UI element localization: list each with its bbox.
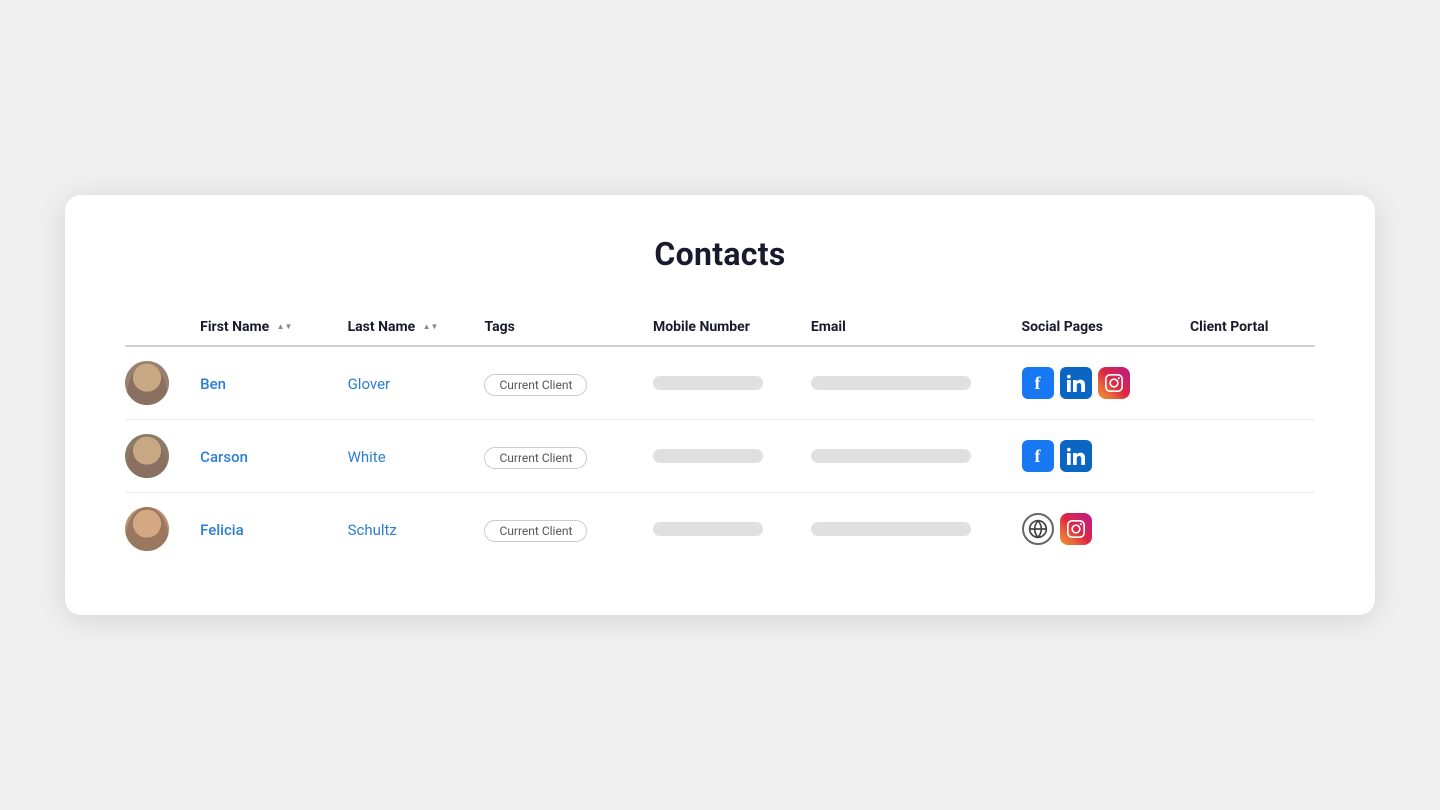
first-name-cell: Carson xyxy=(188,420,335,493)
col-email: Email xyxy=(799,309,1010,346)
last-name-cell: Glover xyxy=(336,346,473,420)
mobile-cell xyxy=(641,346,799,420)
sort-lastname-icon[interactable]: ▲▼ xyxy=(423,323,439,331)
avatar-cell xyxy=(125,493,188,566)
mobile-placeholder xyxy=(653,376,763,390)
mobile-placeholder xyxy=(653,449,763,463)
email-placeholder xyxy=(811,449,971,463)
mobile-cell xyxy=(641,420,799,493)
linkedin-icon[interactable] xyxy=(1060,367,1092,399)
avatar xyxy=(125,434,169,478)
table-row: Carson White Current Client f xyxy=(125,420,1315,493)
first-name-cell: Ben xyxy=(188,346,335,420)
social-icons xyxy=(1022,513,1166,545)
tag-badge: Current Client xyxy=(484,520,587,542)
portal-cell xyxy=(1178,420,1315,493)
social-icons: f xyxy=(1022,367,1166,399)
last-name-link[interactable]: Schultz xyxy=(348,521,397,539)
col-last-name: Last Name ▲▼ xyxy=(336,309,473,346)
social-icons: f xyxy=(1022,440,1166,472)
portal-cell xyxy=(1178,493,1315,566)
instagram-icon[interactable] xyxy=(1060,513,1092,545)
email-placeholder xyxy=(811,376,971,390)
email-placeholder xyxy=(811,522,971,536)
social-cell xyxy=(1010,493,1178,566)
instagram-icon[interactable] xyxy=(1098,367,1130,399)
tags-cell: Current Client xyxy=(472,420,640,493)
col-first-name: First Name ▲▼ xyxy=(188,309,335,346)
avatar-image xyxy=(125,361,169,405)
col-avatar xyxy=(125,309,188,346)
contacts-table: First Name ▲▼ Last Name ▲▼ Tags Mobile N… xyxy=(125,309,1315,565)
tags-cell: Current Client xyxy=(472,493,640,566)
facebook-icon[interactable]: f xyxy=(1022,367,1054,399)
social-cell: f xyxy=(1010,420,1178,493)
table-header-row: First Name ▲▼ Last Name ▲▼ Tags Mobile N… xyxy=(125,309,1315,346)
tag-badge: Current Client xyxy=(484,447,587,469)
tag-badge: Current Client xyxy=(484,374,587,396)
col-social: Social Pages xyxy=(1010,309,1178,346)
avatar xyxy=(125,507,169,551)
facebook-icon[interactable]: f xyxy=(1022,440,1054,472)
last-name-cell: White xyxy=(336,420,473,493)
col-mobile: Mobile Number xyxy=(641,309,799,346)
last-name-link[interactable]: Glover xyxy=(348,375,391,393)
last-name-cell: Schultz xyxy=(336,493,473,566)
web-icon[interactable] xyxy=(1022,513,1054,545)
col-tags: Tags xyxy=(472,309,640,346)
email-cell xyxy=(799,420,1010,493)
email-cell xyxy=(799,493,1010,566)
last-name-link[interactable]: White xyxy=(348,448,386,466)
email-cell xyxy=(799,346,1010,420)
social-cell: f xyxy=(1010,346,1178,420)
mobile-placeholder xyxy=(653,522,763,536)
first-name-link[interactable]: Carson xyxy=(200,448,248,466)
page-title: Contacts xyxy=(125,235,1315,273)
table-row: Felicia Schultz Current Client xyxy=(125,493,1315,566)
table-row: Ben Glover Current Client f xyxy=(125,346,1315,420)
tags-cell: Current Client xyxy=(472,346,640,420)
avatar-image xyxy=(125,434,169,478)
avatar-image xyxy=(125,507,169,551)
mobile-cell xyxy=(641,493,799,566)
linkedin-icon[interactable] xyxy=(1060,440,1092,472)
avatar-cell xyxy=(125,346,188,420)
first-name-link[interactable]: Felicia xyxy=(200,521,244,539)
col-portal: Client Portal xyxy=(1178,309,1315,346)
first-name-link[interactable]: Ben xyxy=(200,375,226,393)
avatar-cell xyxy=(125,420,188,493)
avatar xyxy=(125,361,169,405)
sort-firstname-icon[interactable]: ▲▼ xyxy=(277,323,293,331)
portal-cell xyxy=(1178,346,1315,420)
first-name-cell: Felicia xyxy=(188,493,335,566)
contacts-card: Contacts First Name ▲▼ Last Name ▲▼ Tags… xyxy=(65,195,1375,615)
